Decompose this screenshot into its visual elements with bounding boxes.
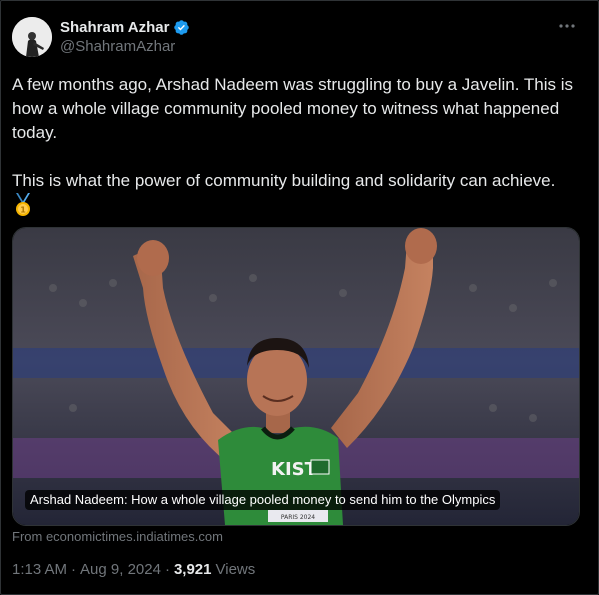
meta-separator-2: ·: [164, 561, 170, 578]
author-display-name[interactable]: Shahram Azhar: [60, 19, 169, 36]
link-card-caption: Arshad Nadeem: How a whole village poole…: [25, 490, 501, 510]
tweet-meta: 1:13 AM · Aug 9, 2024 · 3,921 Views: [12, 561, 255, 578]
tweet-date[interactable]: Aug 9, 2024: [80, 561, 161, 578]
tweet-text: A few months ago, Arshad Nadeem was stru…: [12, 75, 573, 190]
link-source[interactable]: From economictimes.indiatimes.com: [12, 529, 223, 544]
verified-badge-icon: [174, 19, 190, 35]
more-horizontal-icon: [559, 24, 575, 28]
tweet-time[interactable]: 1:13 AM: [12, 561, 67, 578]
author-avatar[interactable]: [12, 17, 52, 57]
athlete-photo: KIST PARIS 2024: [13, 228, 579, 525]
svg-text:1: 1: [20, 206, 26, 215]
author-name-row: Shahram Azhar: [60, 17, 190, 37]
avatar-image: [12, 17, 52, 57]
link-card-media[interactable]: KIST PARIS 2024 Arshad Nadeem: How a who…: [12, 227, 580, 526]
bib-text: PARIS 2024: [281, 514, 315, 521]
meta-separator: ·: [71, 561, 77, 578]
gold-medal-icon: 1: [16, 193, 30, 216]
author-handle[interactable]: @ShahramAzhar: [60, 38, 175, 55]
views-label: Views: [215, 561, 256, 578]
views-count: 3,921: [173, 561, 212, 578]
more-options-button[interactable]: [555, 16, 579, 36]
